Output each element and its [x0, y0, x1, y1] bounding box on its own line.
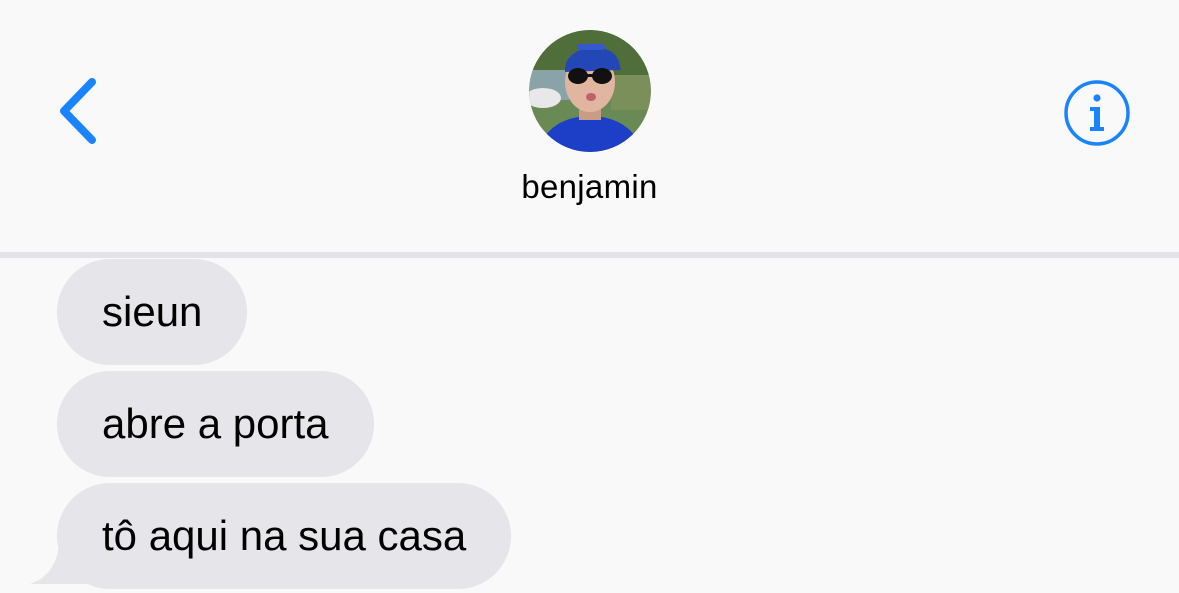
message-bubble[interactable]: tô aqui na sua casa [57, 483, 512, 589]
message-screen: benjamin sieun abre a porta tô aqui na s… [0, 0, 1179, 593]
message-text: sieun [102, 288, 203, 335]
message-text: abre a porta [102, 400, 329, 447]
message-bubble[interactable]: sieun [57, 259, 248, 365]
chevron-left-icon [60, 78, 96, 144]
message-bubble[interactable]: abre a porta [57, 371, 374, 477]
back-button[interactable] [52, 72, 112, 152]
message-text: tô aqui na sua casa [102, 512, 467, 559]
avatar[interactable] [529, 30, 651, 152]
contact-name[interactable]: benjamin [0, 168, 1179, 206]
header-divider [0, 252, 1179, 258]
info-button[interactable] [1063, 79, 1131, 147]
conversation-header: benjamin [0, 0, 1179, 252]
avatar-photo [529, 30, 651, 152]
info-circle-icon [1064, 80, 1130, 146]
